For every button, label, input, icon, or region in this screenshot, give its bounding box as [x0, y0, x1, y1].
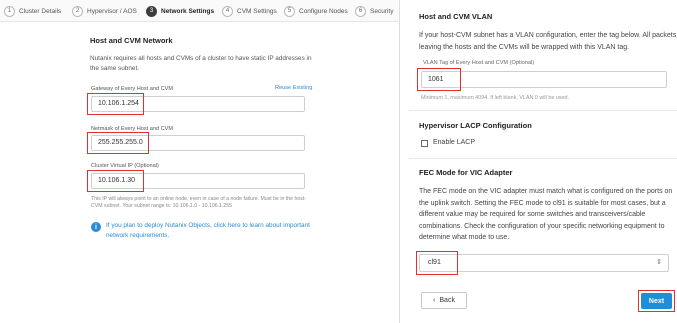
- vlan-description: If your host-CVM subnet has a VLAN confi…: [419, 32, 677, 51]
- step-label: Configure Nodes: [299, 7, 348, 15]
- select-arrows-icon: ⇕: [656, 259, 662, 266]
- gateway-highlight: [87, 93, 144, 115]
- reuse-existing-link[interactable]: Reuse Existing: [275, 85, 312, 91]
- step-configure-nodes[interactable]: 5 Configure Nodes: [284, 5, 348, 17]
- step-cluster-details[interactable]: 1 Cluster Details: [4, 5, 61, 17]
- step-label: Security: [370, 7, 394, 15]
- info-icon: i: [91, 222, 101, 232]
- step-security[interactable]: 6 Security: [355, 5, 393, 17]
- next-highlight: [638, 290, 675, 312]
- section-divider: [409, 110, 677, 111]
- vip-highlight: [87, 170, 144, 192]
- step-network-settings[interactable]: 3 Network Settings: [146, 5, 214, 17]
- vlan-highlight: [417, 68, 461, 91]
- vlan-hint: Minimum 1, maximum 4094. If left blank, …: [421, 95, 570, 101]
- objects-info-link[interactable]: If you plan to deploy Nutanix Objects, c…: [106, 221, 311, 241]
- wizard-stepper: 1 Cluster Details 2 Hypervisor / AOS 3 N…: [0, 0, 398, 22]
- step-hypervisor-aos[interactable]: 2 Hypervisor / AOS: [72, 5, 137, 17]
- step-number: 1: [4, 5, 15, 17]
- back-button-label: Back: [439, 297, 455, 304]
- step-label: Hypervisor / AOS: [87, 7, 137, 15]
- enable-lacp-checkbox[interactable]: [421, 140, 428, 147]
- gateway-label: Gateway of Every Host and CVM: [91, 86, 174, 92]
- lacp-section-title: Hypervisor LACP Configuration: [419, 121, 532, 130]
- network-description: Nutanix requires all hosts and CVMs of a…: [90, 55, 312, 72]
- vip-hint: This IP will always point to an online n…: [91, 196, 307, 209]
- fec-description: The FEC mode on the VIC adapter must mat…: [419, 188, 673, 241]
- netmask-highlight: [87, 132, 149, 154]
- vip-label: Cluster Virtual IP (Optional): [91, 163, 159, 169]
- step-number: 5: [284, 5, 295, 17]
- network-settings-panel: 1 Cluster Details 2 Hypervisor / AOS 3 N…: [0, 0, 398, 323]
- step-number: 4: [222, 5, 233, 17]
- step-number: 3: [146, 5, 157, 17]
- enable-lacp-label[interactable]: Enable LACP: [433, 139, 475, 146]
- step-label: Network Settings: [161, 7, 215, 15]
- chevron-left-icon: ‹: [433, 297, 436, 304]
- fec-highlight: [416, 251, 458, 275]
- step-label: CVM Settings: [237, 7, 277, 15]
- vlan-label: VLAN Tag of Every Host and CVM (Optional…: [423, 60, 535, 66]
- vlan-section-title: Host and CVM VLAN: [419, 12, 493, 21]
- panel-divider: [399, 0, 400, 323]
- step-number: 6: [355, 5, 366, 17]
- network-section-title: Host and CVM Network: [90, 36, 173, 45]
- back-button[interactable]: ‹ Back: [421, 292, 467, 309]
- step-label: Cluster Details: [19, 7, 62, 15]
- fec-section-title: FEC Mode for VIC Adapter: [419, 168, 513, 177]
- section-divider: [409, 158, 677, 159]
- vlan-fec-panel: Host and CVM VLAN If your host-CVM subne…: [409, 0, 677, 323]
- step-number: 2: [72, 5, 83, 17]
- step-cvm-settings[interactable]: 4 CVM Settings: [222, 5, 277, 17]
